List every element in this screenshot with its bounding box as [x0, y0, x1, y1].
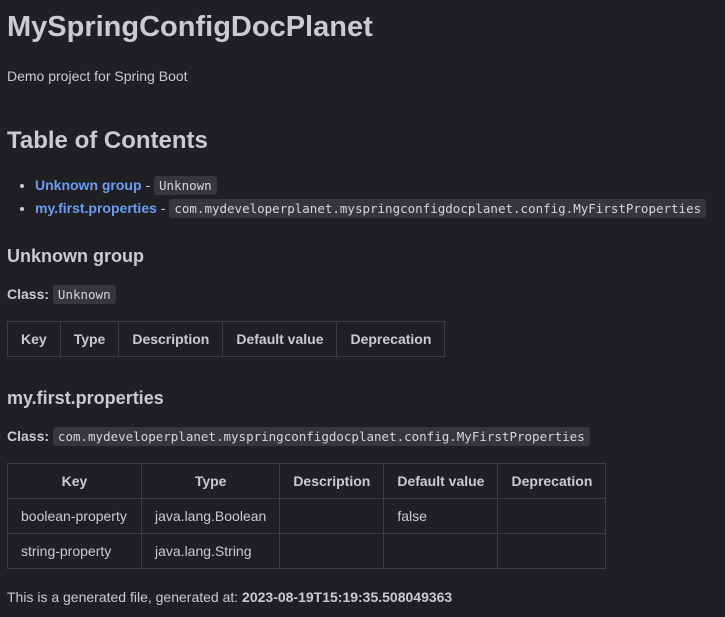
table-header-row: Key Type Description Default value Depre…	[7, 463, 607, 499]
column-header-deprecation: Deprecation	[497, 463, 607, 499]
toc-item: my.first.properties - com.mydeveloperpla…	[35, 197, 718, 220]
toc-class-code: Unknown	[154, 176, 217, 195]
table-row: boolean-property java.lang.Boolean false	[7, 498, 607, 534]
column-header-description: Description	[118, 321, 224, 357]
cell-description	[279, 498, 385, 534]
cell-description	[279, 533, 385, 569]
cell-default-value: false	[383, 498, 499, 534]
cell-key: string-property	[7, 533, 142, 569]
column-header-deprecation: Deprecation	[336, 321, 446, 357]
cell-key: boolean-property	[7, 498, 142, 534]
class-code: com.mydeveloperplanet.myspringconfigdocp…	[52, 427, 590, 446]
toc-heading: Table of Contents	[7, 127, 208, 154]
column-header-default-value: Default value	[222, 321, 338, 357]
class-line: Class: com.mydeveloperplanet.myspringcon…	[7, 426, 718, 447]
page-title: MySpringConfigDocPlanet	[7, 11, 373, 43]
cell-type: java.lang.Boolean	[140, 498, 281, 534]
footer-timestamp: 2023-08-19T15:19:35.508049363	[242, 589, 453, 605]
class-label: Class:	[7, 428, 50, 444]
class-code: Unknown	[52, 285, 116, 304]
properties-table-my-first-properties: Key Type Description Default value Depre…	[7, 463, 607, 569]
cell-default-value	[383, 533, 499, 569]
toc-item: Unknown group - Unknown	[35, 174, 718, 197]
footer-text: This is a generated file, generated at:	[7, 589, 239, 605]
class-line: Class: Unknown	[7, 284, 718, 305]
properties-table-unknown-group: Key Type Description Default value Depre…	[7, 321, 446, 357]
toc-class-code: com.mydeveloperplanet.myspringconfigdocp…	[169, 199, 707, 218]
column-header-key: Key	[7, 463, 142, 499]
column-header-key: Key	[7, 321, 61, 357]
column-header-description: Description	[279, 463, 385, 499]
cell-deprecation	[497, 498, 607, 534]
table-header-row: Key Type Description Default value Depre…	[7, 321, 446, 357]
class-label: Class:	[7, 286, 50, 302]
table-row: string-property java.lang.String	[7, 533, 607, 569]
cell-deprecation	[497, 533, 607, 569]
column-header-type: Type	[140, 463, 281, 499]
page-subtitle: Demo project for Spring Boot	[7, 68, 188, 84]
generated-footer: This is a generated file, generated at: …	[7, 588, 718, 606]
cell-type: java.lang.String	[140, 533, 281, 569]
toc-link-unknown-group[interactable]: Unknown group	[35, 177, 142, 193]
toc-link-my-first-properties[interactable]: my.first.properties	[35, 200, 157, 216]
section-heading-my-first-properties: my.first.properties	[7, 388, 164, 408]
column-header-type: Type	[59, 321, 120, 357]
document-page: MySpringConfigDocPlanet Demo project for…	[0, 0, 725, 606]
toc-list: Unknown group - Unknown my.first.propert…	[7, 174, 718, 220]
toc-separator: -	[160, 200, 166, 216]
column-header-default-value: Default value	[383, 463, 499, 499]
toc-separator: -	[145, 177, 151, 193]
section-heading-unknown-group: Unknown group	[7, 246, 144, 266]
